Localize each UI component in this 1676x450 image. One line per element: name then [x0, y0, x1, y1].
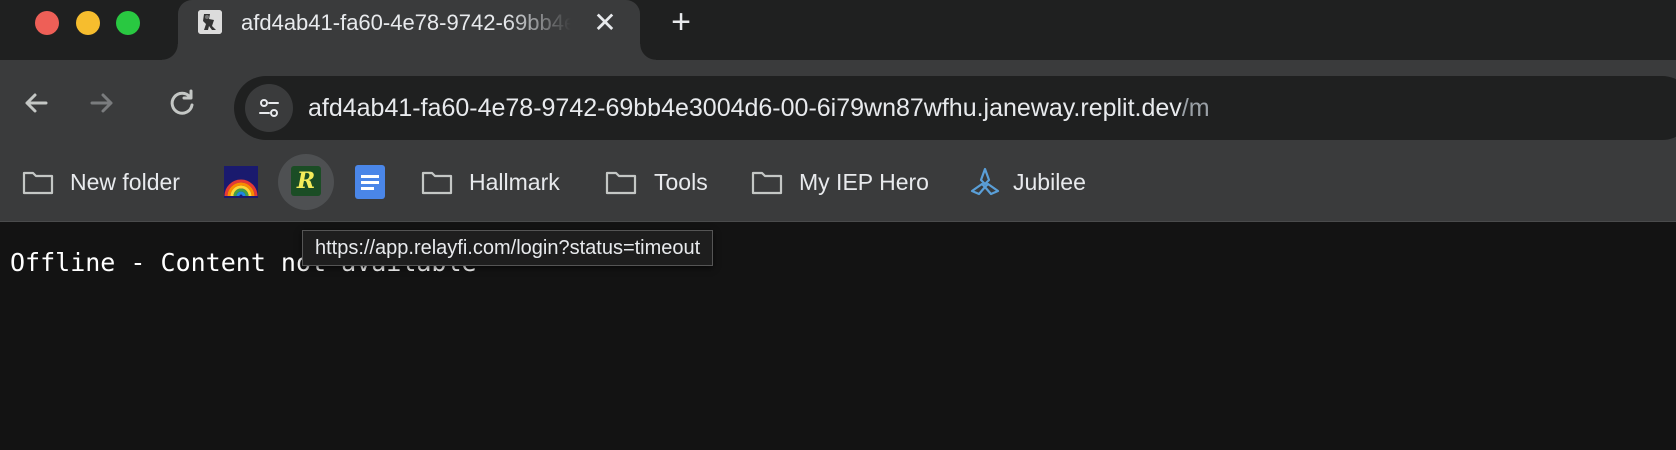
replit-page-icon	[198, 10, 222, 34]
folder-icon	[22, 171, 54, 195]
toolbar: afd4ab41-fa60-4e78-9742-69bb4e3004d6-00-…	[0, 60, 1676, 150]
url-host: afd4ab41-fa60-4e78-9742-69bb4e3004d6-00-…	[308, 94, 1182, 122]
window-maximize-button[interactable]	[116, 11, 140, 35]
jubilee-icon	[970, 167, 1000, 196]
link-tooltip: https://app.relayfi.com/login?status=tim…	[302, 230, 714, 266]
window-minimize-button[interactable]	[76, 11, 100, 35]
folder-icon	[421, 171, 453, 195]
tab-close-icon[interactable]: ✕	[590, 8, 620, 38]
bookmark-hallmark[interactable]: Hallmark	[421, 162, 571, 202]
back-button[interactable]	[18, 85, 54, 121]
page-content: Offline - Content not available https://…	[0, 222, 1676, 450]
site-info-button[interactable]	[245, 84, 293, 132]
active-tab[interactable]: afd4ab41-fa60-4e78-9742-69bb4e3004d6-00-…	[162, 0, 656, 60]
address-bar[interactable]: afd4ab41-fa60-4e78-9742-69bb4e3004d6-00-…	[234, 76, 1676, 140]
url-text[interactable]: afd4ab41-fa60-4e78-9742-69bb4e3004d6-00-…	[308, 92, 1210, 124]
bookmarks-bar: New folder R Hallmark Tools My IEP Hero …	[0, 150, 1676, 222]
bookmark-r-logo[interactable]: R	[278, 154, 334, 210]
bookmark-my-iep-hero[interactable]: My IEP Hero	[751, 162, 941, 202]
url-path: /m	[1181, 94, 1210, 122]
bookmark-rainbow[interactable]	[224, 162, 258, 202]
r-logo-icon: R	[291, 166, 321, 196]
rainbow-icon	[224, 166, 258, 198]
bookmark-docs[interactable]	[353, 162, 387, 202]
bookmark-label: New folder	[70, 169, 180, 195]
tune-icon	[259, 99, 279, 117]
forward-button[interactable]	[84, 85, 120, 121]
new-tab-button[interactable]: +	[665, 5, 697, 39]
folder-icon	[751, 171, 783, 195]
folder-icon	[605, 171, 637, 195]
bookmark-jubilee[interactable]: Jubilee	[969, 162, 1099, 202]
bookmark-label: Hallmark	[469, 169, 560, 195]
arrow-right-icon	[90, 93, 113, 113]
arrow-left-icon	[25, 93, 48, 113]
tab-strip: afd4ab41-fa60-4e78-9742-69bb4e3004d6-00-…	[0, 0, 1676, 60]
reload-button[interactable]	[164, 85, 200, 121]
reload-icon	[170, 89, 194, 115]
tab-title: afd4ab41-fa60-4e78-9742-69bb4e3004d6-00-…	[241, 10, 571, 35]
bookmark-label: Tools	[654, 169, 708, 195]
window-close-button[interactable]	[35, 11, 59, 35]
docs-icon	[355, 165, 385, 199]
bookmark-label: My IEP Hero	[799, 169, 929, 195]
bookmark-label: Jubilee	[1013, 169, 1086, 195]
bookmark-tools[interactable]: Tools	[605, 162, 720, 202]
bookmark-new-folder[interactable]: New folder	[22, 162, 197, 202]
